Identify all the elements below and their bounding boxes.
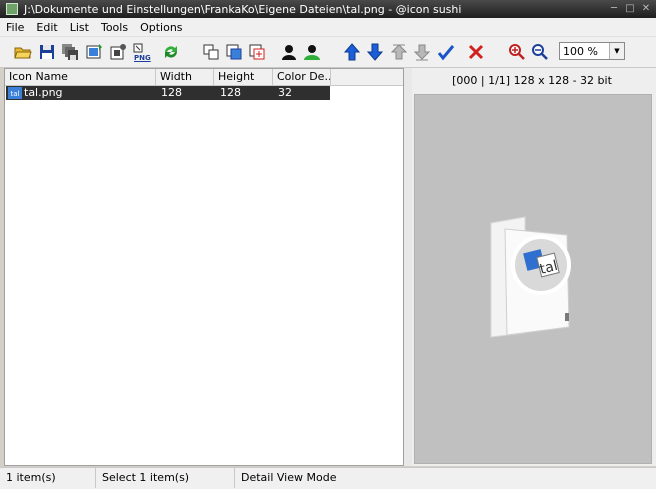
- menu-edit[interactable]: Edit: [30, 21, 63, 34]
- save-png-button[interactable]: PNG: [131, 42, 153, 62]
- move-bottom-button[interactable]: [412, 42, 432, 62]
- paste-new-button[interactable]: [247, 42, 267, 62]
- extract-icon-icon: [110, 44, 126, 60]
- column-height[interactable]: Height: [214, 69, 273, 85]
- table-row[interactable]: tal tal.png 128 128 32: [6, 86, 330, 100]
- user-icon-button[interactable]: [279, 42, 299, 62]
- png-label: PNG: [134, 54, 151, 62]
- arrow-bottom-icon: [413, 44, 431, 61]
- paste-button[interactable]: [224, 42, 244, 62]
- refresh-button[interactable]: [161, 42, 181, 62]
- checkmark-icon: [437, 45, 455, 61]
- copy-button[interactable]: [201, 42, 221, 62]
- chevron-down-icon[interactable]: ▼: [609, 43, 624, 59]
- zoom-in-button[interactable]: [507, 42, 527, 62]
- status-view-mode: Detail View Mode: [241, 471, 337, 484]
- move-up-button[interactable]: [342, 42, 362, 62]
- menu-file[interactable]: File: [0, 21, 30, 34]
- export-image-icon: [86, 44, 102, 59]
- preview-info: [000 | 1/1] 128 x 128 - 32 bit: [452, 74, 612, 87]
- maximize-icon[interactable]: □: [624, 3, 636, 14]
- status-selection: Select 1 item(s): [96, 468, 235, 488]
- list-header: Icon Name Width Height Color De...: [5, 69, 403, 86]
- person-black-icon: [282, 45, 296, 60]
- paste-new-icon: [249, 44, 265, 60]
- folder-preview-icon: tal: [490, 216, 571, 338]
- person-green-icon: [304, 45, 320, 60]
- close-icon[interactable]: ✕: [640, 3, 652, 14]
- column-color-depth[interactable]: Color De...: [273, 69, 331, 85]
- title-bar[interactable]: J:\Dokumente und Einstellungen\FrankaKo\…: [0, 0, 656, 18]
- zoom-in-icon: [509, 44, 525, 60]
- cell-icon-name: tal.png: [24, 86, 63, 99]
- icon-list[interactable]: Icon Name Width Height Color De... tal t…: [4, 68, 404, 466]
- apply-button[interactable]: [436, 42, 456, 62]
- menu-list[interactable]: List: [64, 21, 95, 34]
- export-button[interactable]: [84, 42, 104, 62]
- arrow-up-icon: [343, 43, 361, 61]
- zoom-out-icon: [532, 44, 548, 60]
- file-thumbnail-icon: tal: [8, 87, 22, 99]
- refresh-icon: [165, 46, 177, 58]
- preview-canvas[interactable]: tal: [414, 94, 652, 464]
- arrow-down-icon: [366, 43, 384, 61]
- column-icon-name[interactable]: Icon Name: [5, 69, 156, 85]
- app-icon: [6, 3, 18, 15]
- minimize-icon[interactable]: ─: [608, 3, 620, 14]
- toolbar: PNG: [0, 37, 656, 68]
- thumbnail-text: tal: [11, 90, 20, 98]
- zoom-select[interactable]: 100 % ▼: [559, 42, 625, 60]
- move-top-button[interactable]: [389, 42, 409, 62]
- delete-button[interactable]: [466, 42, 486, 62]
- cell-color-depth: 32: [278, 86, 292, 99]
- paste-icon: [226, 44, 242, 60]
- window-controls: ─ □ ✕: [608, 3, 652, 14]
- column-width[interactable]: Width: [156, 69, 214, 85]
- user-icon-green-button[interactable]: [302, 42, 322, 62]
- status-bar: 1 item(s) Select 1 item(s) Detail View M…: [0, 467, 656, 489]
- preview-pane: [000 | 1/1] 128 x 128 - 32 bit tal: [412, 68, 656, 466]
- window-title: J:\Dokumente und Einstellungen\FrankaKo\…: [24, 2, 462, 16]
- zoom-value: 100 %: [563, 44, 598, 58]
- save-all-button[interactable]: [60, 42, 80, 62]
- extract-button[interactable]: [108, 42, 128, 62]
- copy-icon: [203, 44, 219, 60]
- move-down-button[interactable]: [365, 42, 385, 62]
- save-multiple-icon: [62, 44, 78, 60]
- cell-height: 128: [220, 86, 241, 99]
- save-button[interactable]: [37, 42, 57, 62]
- pane-splitter[interactable]: [404, 68, 412, 466]
- open-folder-icon: [14, 47, 32, 59]
- menu-options[interactable]: Options: [134, 21, 188, 34]
- status-item-count: 1 item(s): [0, 468, 96, 488]
- open-button[interactable]: [13, 42, 33, 62]
- zoom-out-button[interactable]: [530, 42, 550, 62]
- menu-bar: File Edit List Tools Options: [0, 18, 656, 37]
- arrow-top-icon: [390, 44, 408, 60]
- delete-x-icon: [468, 44, 484, 60]
- menu-tools[interactable]: Tools: [95, 21, 134, 34]
- cell-width: 128: [161, 86, 182, 99]
- save-disk-icon: [40, 45, 54, 59]
